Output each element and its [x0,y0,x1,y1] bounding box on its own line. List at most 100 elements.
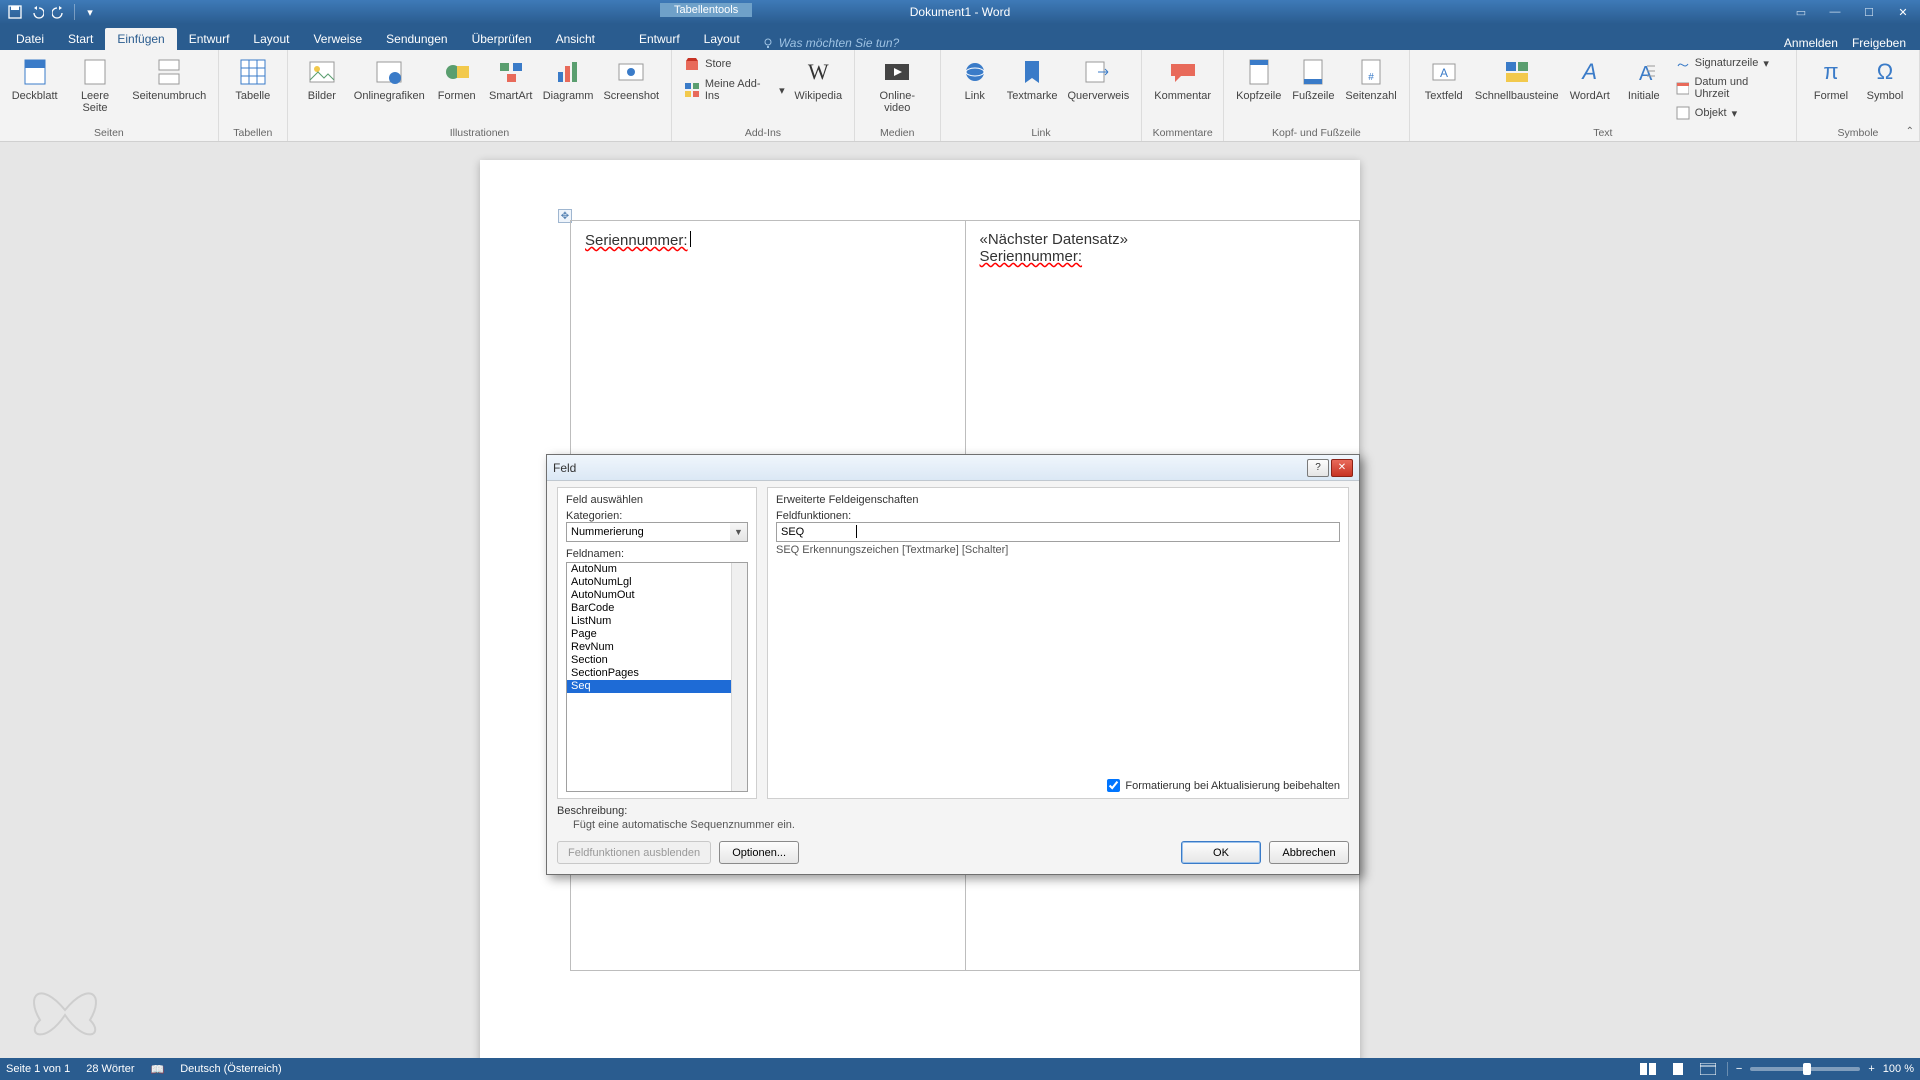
web-layout-icon[interactable] [1697,1061,1719,1077]
list-item[interactable]: Seq [567,680,747,693]
tab-datei[interactable]: Datei [4,28,56,50]
tab-layout[interactable]: Layout [241,28,301,50]
table-cell[interactable]: Seriennummer: [571,221,966,471]
maximize-icon[interactable]: ☐ [1852,0,1886,24]
zoom-out-button[interactable]: − [1736,1063,1742,1075]
preserve-formatting-checkbox[interactable]: Formatierung bei Aktualisierung beibehal… [1107,779,1340,792]
zoom-slider[interactable] [1750,1067,1860,1071]
share-button[interactable]: Freigeben [1852,36,1906,50]
chart-button[interactable]: Diagramm [539,54,598,104]
fieldfunc-label: Feldfunktionen: [776,510,1340,522]
redo-icon[interactable] [50,3,68,21]
page-break-button[interactable]: Seitenumbruch [129,54,210,104]
ribbon-display-icon[interactable]: ▭ [1784,0,1818,24]
signin-button[interactable]: Anmelden [1784,36,1838,50]
header-button[interactable]: Kopfzeile [1232,54,1285,104]
quickparts-button[interactable]: Schnellbausteine [1472,54,1562,104]
wikipedia-button[interactable]: WWikipedia [791,54,846,104]
table-button[interactable]: Tabelle [227,54,279,104]
footer-button[interactable]: Fußzeile [1287,54,1339,104]
section-label-left: Feld auswählen [566,494,748,506]
document-area: ✥ Seriennummer: «Nächster Datensatz» Ser… [0,142,1920,1058]
description-text: Fügt eine automatische Sequenznummer ein… [557,817,1349,831]
dialog-help-icon[interactable]: ? [1307,459,1329,477]
object-button[interactable]: Objekt ▾ [1672,104,1788,122]
smartart-button[interactable]: SmartArt [485,54,537,104]
list-item[interactable]: Page [567,628,747,641]
my-addins-button[interactable]: Meine Add-Ins ▾ [680,76,789,104]
group-label-link: Link [1031,125,1050,139]
list-item[interactable]: ListNum [567,615,747,628]
tab-table-entwurf[interactable]: Entwurf [627,28,692,50]
screenshot-button[interactable]: Screenshot [599,54,663,104]
dialog-close-icon[interactable]: ✕ [1331,459,1353,477]
group-label-medien: Medien [880,125,914,139]
list-item[interactable]: AutoNum [567,563,747,576]
crossref-button[interactable]: Querverweis [1063,54,1133,104]
pictures-button[interactable]: Bilder [296,54,348,104]
list-item[interactable]: RevNum [567,641,747,654]
tab-einfuegen[interactable]: Einfügen [105,28,176,50]
store-button[interactable]: Store [680,54,789,74]
list-item[interactable]: AutoNumOut [567,589,747,602]
ribbon: Deckblatt Leere Seite Seitenumbruch Seit… [0,50,1920,142]
zoom-in-button[interactable]: + [1868,1063,1874,1075]
description-label: Beschreibung: [557,805,1349,817]
tab-table-layout[interactable]: Layout [692,28,752,50]
link-button[interactable]: Link [949,54,1001,104]
tab-start[interactable]: Start [56,28,105,50]
minimize-icon[interactable]: — [1818,0,1852,24]
list-item[interactable]: AutoNumLgl [567,576,747,589]
title-bar: ▾ Tabellentools Dokument1 - Word ▭ — ☐ ✕ [0,0,1920,24]
status-language[interactable]: Deutsch (Österreich) [180,1063,281,1075]
tab-ueberpruefen[interactable]: Überprüfen [460,28,544,50]
online-video-button[interactable]: Online-video [863,54,932,116]
dialog-titlebar[interactable]: Feld ? ✕ [547,455,1359,481]
tab-ansicht[interactable]: Ansicht [544,28,607,50]
list-item[interactable]: Section [567,654,747,667]
cover-page-button[interactable]: Deckblatt [8,54,61,104]
listbox-scrollbar[interactable] [731,563,747,791]
blank-page-button[interactable]: Leere Seite [63,54,127,116]
options-button[interactable]: Optionen... [719,841,799,864]
collapse-ribbon-icon[interactable]: ⌃ [1906,126,1914,137]
comment-button[interactable]: Kommentar [1150,54,1215,104]
tell-me-search[interactable]: Was möchten Sie tun? [762,36,900,50]
undo-icon[interactable] [28,3,46,21]
close-icon[interactable]: ✕ [1886,0,1920,24]
save-icon[interactable] [6,3,24,21]
list-item[interactable]: BarCode [567,602,747,615]
print-layout-icon[interactable] [1667,1061,1689,1077]
qat-customize-icon[interactable]: ▾ [81,3,99,21]
cancel-button[interactable]: Abbrechen [1269,841,1349,864]
online-pictures-button[interactable]: Onlinegrafiken [350,54,429,104]
signature-line-button[interactable]: Signaturzeile ▾ [1672,54,1788,72]
chevron-down-icon[interactable]: ▼ [730,522,748,542]
status-words[interactable]: 28 Wörter [86,1063,134,1075]
list-item[interactable]: SectionPages [567,667,747,680]
checkbox-input[interactable] [1107,779,1120,792]
zoom-level[interactable]: 100 % [1883,1063,1914,1075]
tab-verweise[interactable]: Verweise [301,28,374,50]
tab-entwurf[interactable]: Entwurf [177,28,242,50]
textbox-button[interactable]: ATextfeld [1418,54,1470,104]
fieldfunc-input[interactable] [776,522,1340,542]
symbol-button[interactable]: ΩSymbol [1859,54,1911,104]
table-cell[interactable]: «Nächster Datensatz» Seriennummer: [965,221,1360,471]
tab-sendungen[interactable]: Sendungen [374,28,459,50]
proofing-icon[interactable]: 📖 [151,1063,165,1076]
store-icon [684,56,700,72]
date-time-button[interactable]: Datum und Uhrzeit [1672,74,1788,102]
fieldnames-listbox[interactable]: AutoNum AutoNumLgl AutoNumOut BarCode Li… [566,562,748,792]
shapes-button[interactable]: Formen [431,54,483,104]
ok-button[interactable]: OK [1181,841,1261,864]
bookmark-button[interactable]: Textmarke [1003,54,1062,104]
wordart-button[interactable]: AWordArt [1564,54,1616,104]
page-number-button[interactable]: #Seitenzahl [1341,54,1400,104]
categories-select[interactable] [566,522,748,542]
addins-icon [684,82,700,98]
dropcap-button[interactable]: AInitiale [1618,54,1670,104]
status-page[interactable]: Seite 1 von 1 [6,1063,70,1075]
equation-button[interactable]: πFormel [1805,54,1857,104]
read-mode-icon[interactable] [1637,1061,1659,1077]
